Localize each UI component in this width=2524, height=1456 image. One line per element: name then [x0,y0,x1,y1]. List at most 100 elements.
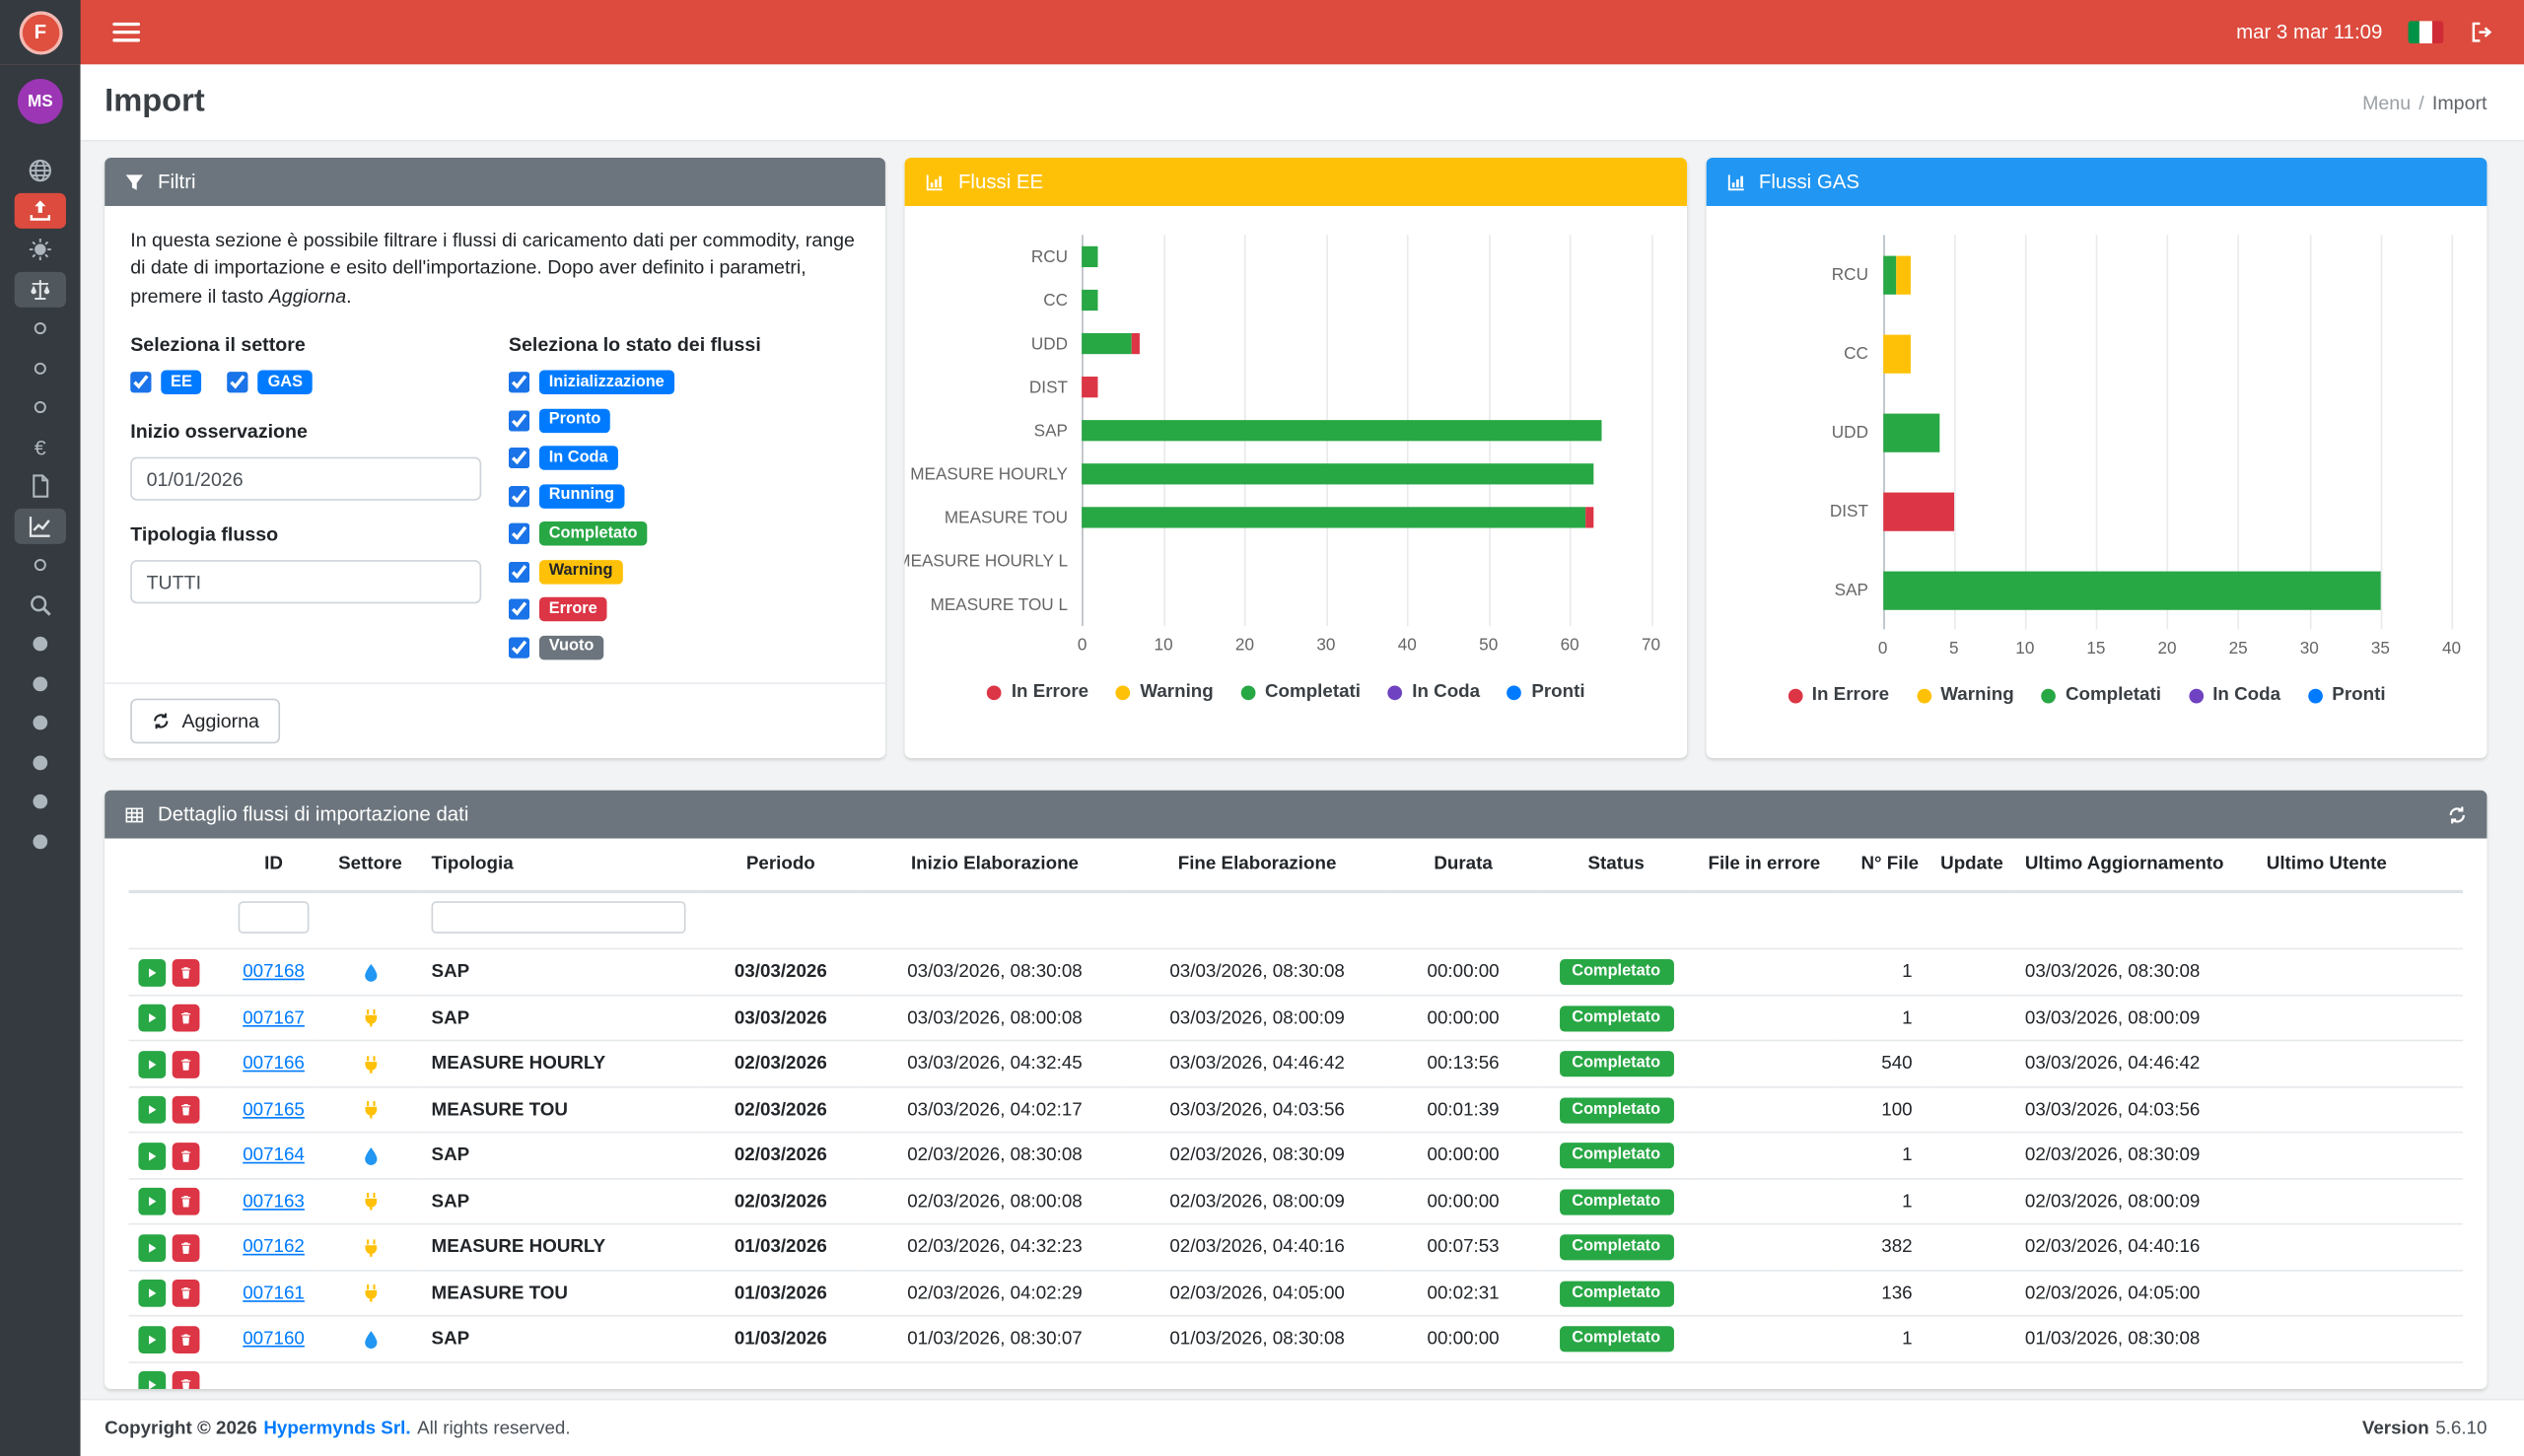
stato-checkbox[interactable] [509,372,529,392]
sidebar-item-circle-outline[interactable] [15,545,66,585]
settore-option-GAS[interactable]: GAS [228,371,313,394]
stato-option[interactable]: Errore [509,597,860,621]
column-header-N° File[interactable]: N° File [1835,839,1928,892]
refresh-button[interactable] [2447,804,2468,825]
sidebar-item-search[interactable] [15,585,66,624]
column-header-Settore[interactable]: Settore [318,839,421,892]
run-flow-button[interactable] [138,1143,166,1170]
run-flow-button[interactable] [138,1096,166,1124]
legend-item[interactable]: Warning [1116,682,1214,702]
flow-id-link[interactable]: 007163 [243,1192,305,1212]
delete-flow-button[interactable] [173,1280,200,1307]
column-header-Ultimo Aggiornamento[interactable]: Ultimo Aggiornamento [2015,839,2257,892]
legend-item[interactable]: Completati [1240,682,1361,702]
legend-item[interactable]: Pronti [2308,686,2386,706]
run-flow-button[interactable] [138,1234,166,1262]
run-flow-button[interactable] [138,1280,166,1307]
stato-checkbox[interactable] [509,486,529,507]
delete-flow-button[interactable] [173,1005,200,1032]
column-header-Durata[interactable]: Durata [1387,839,1538,892]
app-logo[interactable]: F [19,11,62,54]
stato-option[interactable]: In Coda [509,447,860,470]
sidebar-item-chart-line[interactable] [15,509,66,544]
hamburger-icon[interactable] [112,18,140,46]
sidebar-item-circle-filled[interactable] [15,782,66,821]
delete-flow-button[interactable] [173,1326,200,1353]
column-header-Inizio Elaborazione[interactable]: Inizio Elaborazione [863,839,1127,892]
sidebar-item-circle-outline[interactable] [15,348,66,387]
run-flow-button[interactable] [138,1326,166,1353]
italy-flag-icon[interactable] [2408,21,2443,43]
legend-item[interactable]: Pronti [1507,682,1585,702]
tipologia-filter-input[interactable] [432,902,686,935]
sidebar-item-bug[interactable] [15,230,66,269]
column-header-Status[interactable]: Status [1539,839,1694,892]
column-header-Tipologia[interactable]: Tipologia [422,839,699,892]
sidebar-item-globe[interactable] [15,151,66,190]
column-header-ID[interactable]: ID [229,839,318,892]
run-flow-button[interactable] [138,958,166,986]
stato-option[interactable]: Warning [509,560,860,584]
sidebar-item-circle-filled[interactable] [15,703,66,742]
sidebar-item-circle-outline[interactable] [15,309,66,348]
run-flow-button[interactable] [138,1371,166,1389]
settore-checkbox[interactable] [228,372,248,392]
flow-id-link[interactable]: 007164 [243,1146,305,1166]
sidebar-item-circle-outline[interactable] [15,387,66,427]
delete-flow-button[interactable] [173,1051,200,1078]
flow-id-link[interactable]: 007166 [243,1055,305,1075]
stato-checkbox[interactable] [509,410,529,431]
column-header-File in errore[interactable]: File in errore [1694,839,1836,892]
delete-flow-button[interactable] [173,1371,200,1389]
tipologia-flusso-input[interactable] [130,560,481,603]
id-filter-input[interactable] [239,902,310,935]
column-header-Ultimo Utente[interactable]: Ultimo Utente [2257,839,2463,892]
sidebar-item-circle-filled[interactable] [15,821,66,861]
stato-checkbox[interactable] [509,599,529,620]
stato-checkbox[interactable] [509,561,529,582]
stato-option[interactable]: Inizializzazione [509,371,860,394]
run-flow-button[interactable] [138,1005,166,1032]
sidebar-item-upload[interactable] [15,193,66,229]
delete-flow-button[interactable] [173,958,200,986]
sidebar-item-document[interactable] [15,466,66,506]
settore-option-EE[interactable]: EE [130,371,201,394]
stato-option[interactable]: Running [509,484,860,508]
settore-checkbox[interactable] [130,372,151,392]
delete-flow-button[interactable] [173,1188,200,1215]
delete-flow-button[interactable] [173,1096,200,1124]
stato-checkbox[interactable] [509,523,529,544]
breadcrumb-menu[interactable]: Menu [2362,91,2411,113]
flow-id-link[interactable]: 007168 [243,963,305,983]
sidebar-item-circle-filled[interactable] [15,663,66,703]
aggiorna-button[interactable]: Aggiorna [130,699,280,744]
delete-flow-button[interactable] [173,1143,200,1170]
stato-checkbox[interactable] [509,448,529,468]
sidebar-item-scales[interactable] [15,272,66,308]
legend-item[interactable]: Warning [1917,686,2014,706]
stato-checkbox[interactable] [509,637,529,658]
sidebar-item-euro[interactable]: € [15,427,66,466]
legend-item[interactable]: In Errore [987,682,1088,702]
flow-id-link[interactable]: 007162 [243,1238,305,1258]
legend-item[interactable]: In Coda [1388,682,1480,702]
legend-item[interactable]: In Errore [1788,686,1889,706]
sidebar-item-circle-filled[interactable] [15,742,66,782]
column-header-Fine Elaborazione[interactable]: Fine Elaborazione [1127,839,1387,892]
stato-option[interactable]: Completato [509,521,860,545]
company-link[interactable]: Hypermynds Srl. [263,1419,410,1438]
run-flow-button[interactable] [138,1051,166,1078]
inizio-osservazione-input[interactable] [130,457,481,501]
flow-id-link[interactable]: 007161 [243,1283,305,1303]
flow-id-link[interactable]: 007167 [243,1008,305,1028]
run-flow-button[interactable] [138,1188,166,1215]
flow-id-link[interactable]: 007165 [243,1100,305,1120]
legend-item[interactable]: In Coda [2189,686,2280,706]
stato-option[interactable]: Vuoto [509,635,860,659]
delete-flow-button[interactable] [173,1234,200,1262]
column-header-Periodo[interactable]: Periodo [699,839,864,892]
avatar[interactable]: MS [18,79,63,124]
legend-item[interactable]: Completati [2041,686,2161,706]
column-header-Update[interactable]: Update [1928,839,2015,892]
stato-option[interactable]: Pronto [509,408,860,432]
